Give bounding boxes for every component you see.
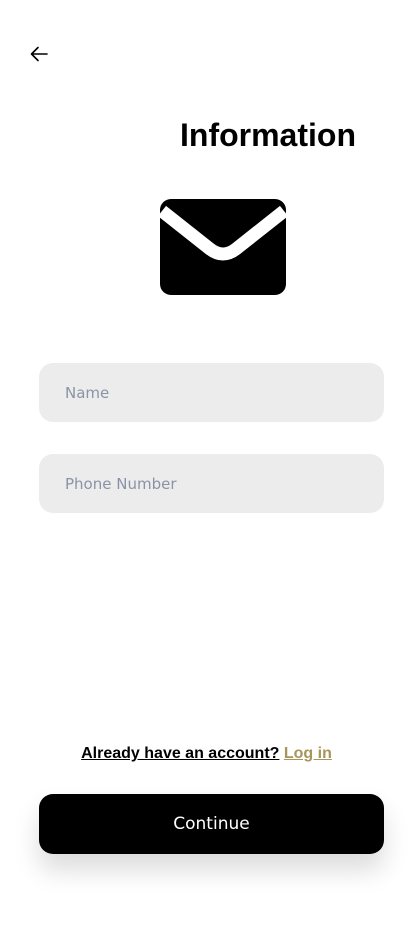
- login-prompt: Already have an account? Log in: [0, 744, 413, 764]
- continue-button[interactable]: Continue: [39, 794, 384, 854]
- back-button[interactable]: [27, 44, 51, 68]
- arrow-left-icon: [30, 46, 48, 66]
- login-question-text: Already have an account?: [81, 745, 280, 762]
- mail-envelope-icon: [157, 199, 289, 295]
- login-link[interactable]: Log in: [284, 745, 332, 762]
- phone-number-input[interactable]: [39, 454, 384, 513]
- page-title: Information: [180, 117, 356, 153]
- name-input[interactable]: [39, 363, 384, 422]
